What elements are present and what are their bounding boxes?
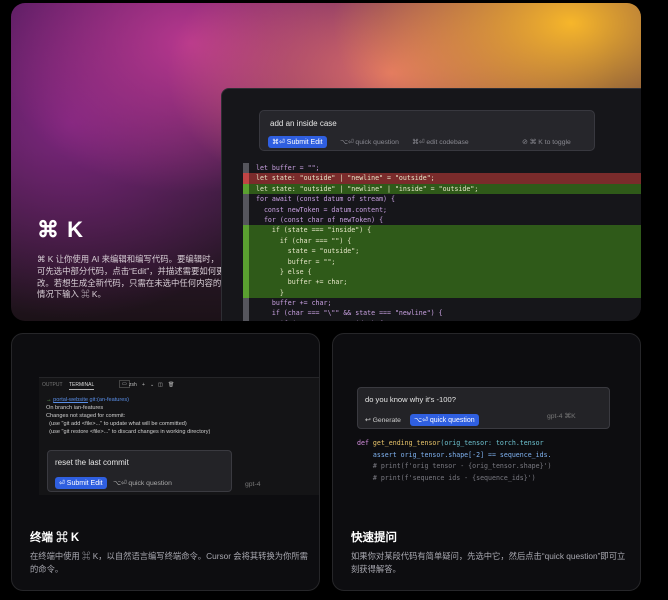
generate-button[interactable]: ↩ Generate: [365, 416, 401, 424]
editor-window: add an inside case ⌘⏎ Submit Edit ⌥⏎ qui…: [221, 88, 641, 321]
model-selector[interactable]: gpt-4: [245, 481, 261, 488]
code-line: for (const char of newToken) {: [243, 214, 641, 226]
tab-terminal[interactable]: TERMINAL: [69, 382, 95, 390]
code-text: } else {: [256, 267, 312, 276]
code-text: buffer += char;: [256, 278, 348, 287]
terminal-line: On branch ian-features: [46, 405, 104, 412]
code-line-added: } else {: [243, 266, 641, 278]
code-line: let buffer = "";: [243, 163, 641, 174]
code-text: for await (const datum of stream) {: [256, 195, 395, 204]
terminal-tabs: OUTPUT TERMINAL ▭ zsh + ⌄ ◫ 🗑: [39, 378, 319, 391]
code-line: for await (const datum of stream) {: [243, 194, 641, 205]
diff-gutter-marker: [243, 225, 249, 236]
diff-gutter-marker: [243, 194, 249, 205]
quick-question-box[interactable]: do you know why it's -100? ↩ Generate ⌥⏎…: [357, 387, 610, 429]
split-icon[interactable]: ◫: [158, 382, 163, 388]
quick-question-hint[interactable]: ⌥⏎ quick question: [340, 138, 399, 146]
chevron-down-icon[interactable]: ⌄: [150, 382, 154, 388]
code-text: if (state === "inside") {: [256, 226, 372, 235]
code-keyword: def: [357, 439, 373, 447]
toggle-hint: ⊘ ⌘ K to toggle: [522, 139, 571, 146]
quick-question-feature-card: do you know why it's -100? ↩ Generate ⌥⏎…: [332, 333, 641, 591]
prompt-dir: portal-website: [53, 397, 88, 403]
quick-question-hint[interactable]: ⌥⏎ quick question: [113, 479, 172, 487]
card-title: 终端 ⌘ K: [30, 532, 80, 544]
code-line-added: if (char === "") {: [243, 235, 641, 247]
code-comment: # print(f'orig tensor - {orig_tensor.sha…: [357, 462, 552, 471]
code-line: if (state === "outside") {: [243, 318, 641, 321]
hero-description: ⌘ K 让你使用 AI 来编辑和编写代码。要编辑时，可先选中部分代码，点击“Ed…: [37, 254, 225, 300]
code-text: let state: "outside" | "newline" = "outs…: [256, 174, 435, 183]
diff-gutter-marker: [243, 308, 249, 319]
code-args: (orig_tensor: torch.tensor: [440, 439, 544, 447]
code-text: if (state === "outside") {: [256, 320, 383, 321]
submit-edit-button[interactable]: ⏎ Submit Edit: [55, 477, 107, 489]
diff-gutter-marker: [243, 163, 249, 174]
terminal-feature-card: OUTPUT TERMINAL ▭ zsh + ⌄ ◫ 🗑 → portal-w…: [11, 333, 320, 591]
code-text: let state: "outside" | "newline" | "insi…: [256, 184, 479, 193]
edit-codebase-hint[interactable]: ⌘⏎ edit codebase: [412, 138, 469, 146]
code-text: }: [256, 288, 284, 297]
code-line-added: if (state === "inside") {: [243, 225, 641, 236]
diff-gutter-marker: [243, 183, 249, 195]
code-line: buffer += char;: [243, 298, 641, 309]
code-line-added: }: [243, 287, 641, 299]
code-line: const newToken = datum.content;: [243, 204, 641, 215]
terminal-line: (use "git add <file>..." to update what …: [46, 421, 187, 428]
hero-card: ⌘ K ⌘ K 让你使用 AI 来编辑和编写代码。要编辑时，可先选中部分代码，点…: [11, 3, 641, 321]
terminal-line: (use "git restore <file>..." to discard …: [46, 429, 211, 436]
diff-gutter-marker: [243, 173, 249, 184]
card-description: 在终端中使用 ⌘ K，以自然语言编写终端命令。Cursor 会将其转换为你所需的…: [30, 551, 308, 574]
code-line-removed: let state: "outside" | "newline" = "outs…: [243, 173, 641, 184]
terminal-cmdk-box[interactable]: reset the last commit ⏎ Submit Edit ⌥⏎ q…: [47, 450, 232, 492]
code-line-added: buffer += char;: [243, 277, 641, 288]
code-line-added: let state: "outside" | "newline" | "insi…: [243, 183, 641, 195]
code-line: assert orig_tensor.shape[-2] == sequence…: [357, 450, 552, 459]
code-text: buffer += char;: [256, 299, 332, 308]
diff-gutter-marker: [243, 256, 249, 267]
selected-code: def get_ending_tensor(orig_tensor: torch…: [357, 438, 587, 484]
code-function: get_ending_tensor: [372, 439, 441, 447]
submit-edit-button[interactable]: ⌘⏎ Submit Edit: [268, 136, 327, 148]
diff-gutter-marker: [243, 318, 249, 321]
prompt-input[interactable]: add an inside case: [270, 119, 337, 128]
code-text: const newToken = datum.content;: [256, 205, 388, 214]
diff-gutter-marker: [243, 204, 249, 215]
trash-icon[interactable]: 🗑: [168, 382, 174, 388]
code-line: if (char === "\"" && state === "newline"…: [243, 308, 641, 319]
code-text: let buffer = "";: [256, 164, 320, 172]
card-description: 如果你对某段代码有简单疑问，先选中它，然后点击“quick question”即…: [351, 551, 626, 574]
add-terminal-icon[interactable]: +: [142, 382, 145, 388]
question-input[interactable]: do you know why it's -100?: [365, 395, 456, 404]
tab-output[interactable]: OUTPUT: [42, 382, 63, 388]
code-text: buffer = "";: [256, 257, 336, 266]
terminal-output: → portal-website git:(an-features) On br…: [46, 396, 210, 436]
code-diff: let buffer = ""; let state: "outside" | "…: [243, 163, 641, 321]
diff-gutter-marker: [243, 235, 249, 247]
terminal-prompt-input[interactable]: reset the last commit: [55, 458, 129, 467]
prompt-branch: git:(an-features): [87, 397, 130, 403]
quick-question-button[interactable]: ⌥⏎ quick question: [410, 414, 479, 426]
card-title: 快速提问: [351, 532, 397, 544]
code-text: for (const char of newToken) {: [256, 215, 384, 224]
diff-gutter-marker: [243, 246, 249, 257]
diff-gutter-marker: [243, 298, 249, 309]
code-comment: # print(f'sequence ids - {sequence_ids}'…: [357, 473, 536, 482]
cmdk-prompt-box[interactable]: add an inside case ⌘⏎ Submit Edit ⌥⏎ qui…: [259, 110, 595, 151]
code-text: if (char === "") {: [256, 236, 352, 245]
code-text: if (char === "\"" && state === "newline"…: [256, 309, 443, 318]
diff-gutter-marker: [243, 214, 249, 226]
model-selector[interactable]: gpt-4 ⌘K: [547, 412, 576, 420]
diff-gutter-marker: [243, 287, 249, 299]
code-line-added: state = "outside";: [243, 246, 641, 257]
shell-label[interactable]: zsh: [129, 382, 137, 388]
code-text: state = "outside";: [256, 247, 360, 256]
terminal-line: Changes not staged for commit:: [46, 413, 126, 420]
hero-title: ⌘ K: [37, 217, 84, 242]
diff-gutter-marker: [243, 277, 249, 288]
diff-gutter-marker: [243, 266, 249, 278]
code-line-added: buffer = "";: [243, 256, 641, 267]
